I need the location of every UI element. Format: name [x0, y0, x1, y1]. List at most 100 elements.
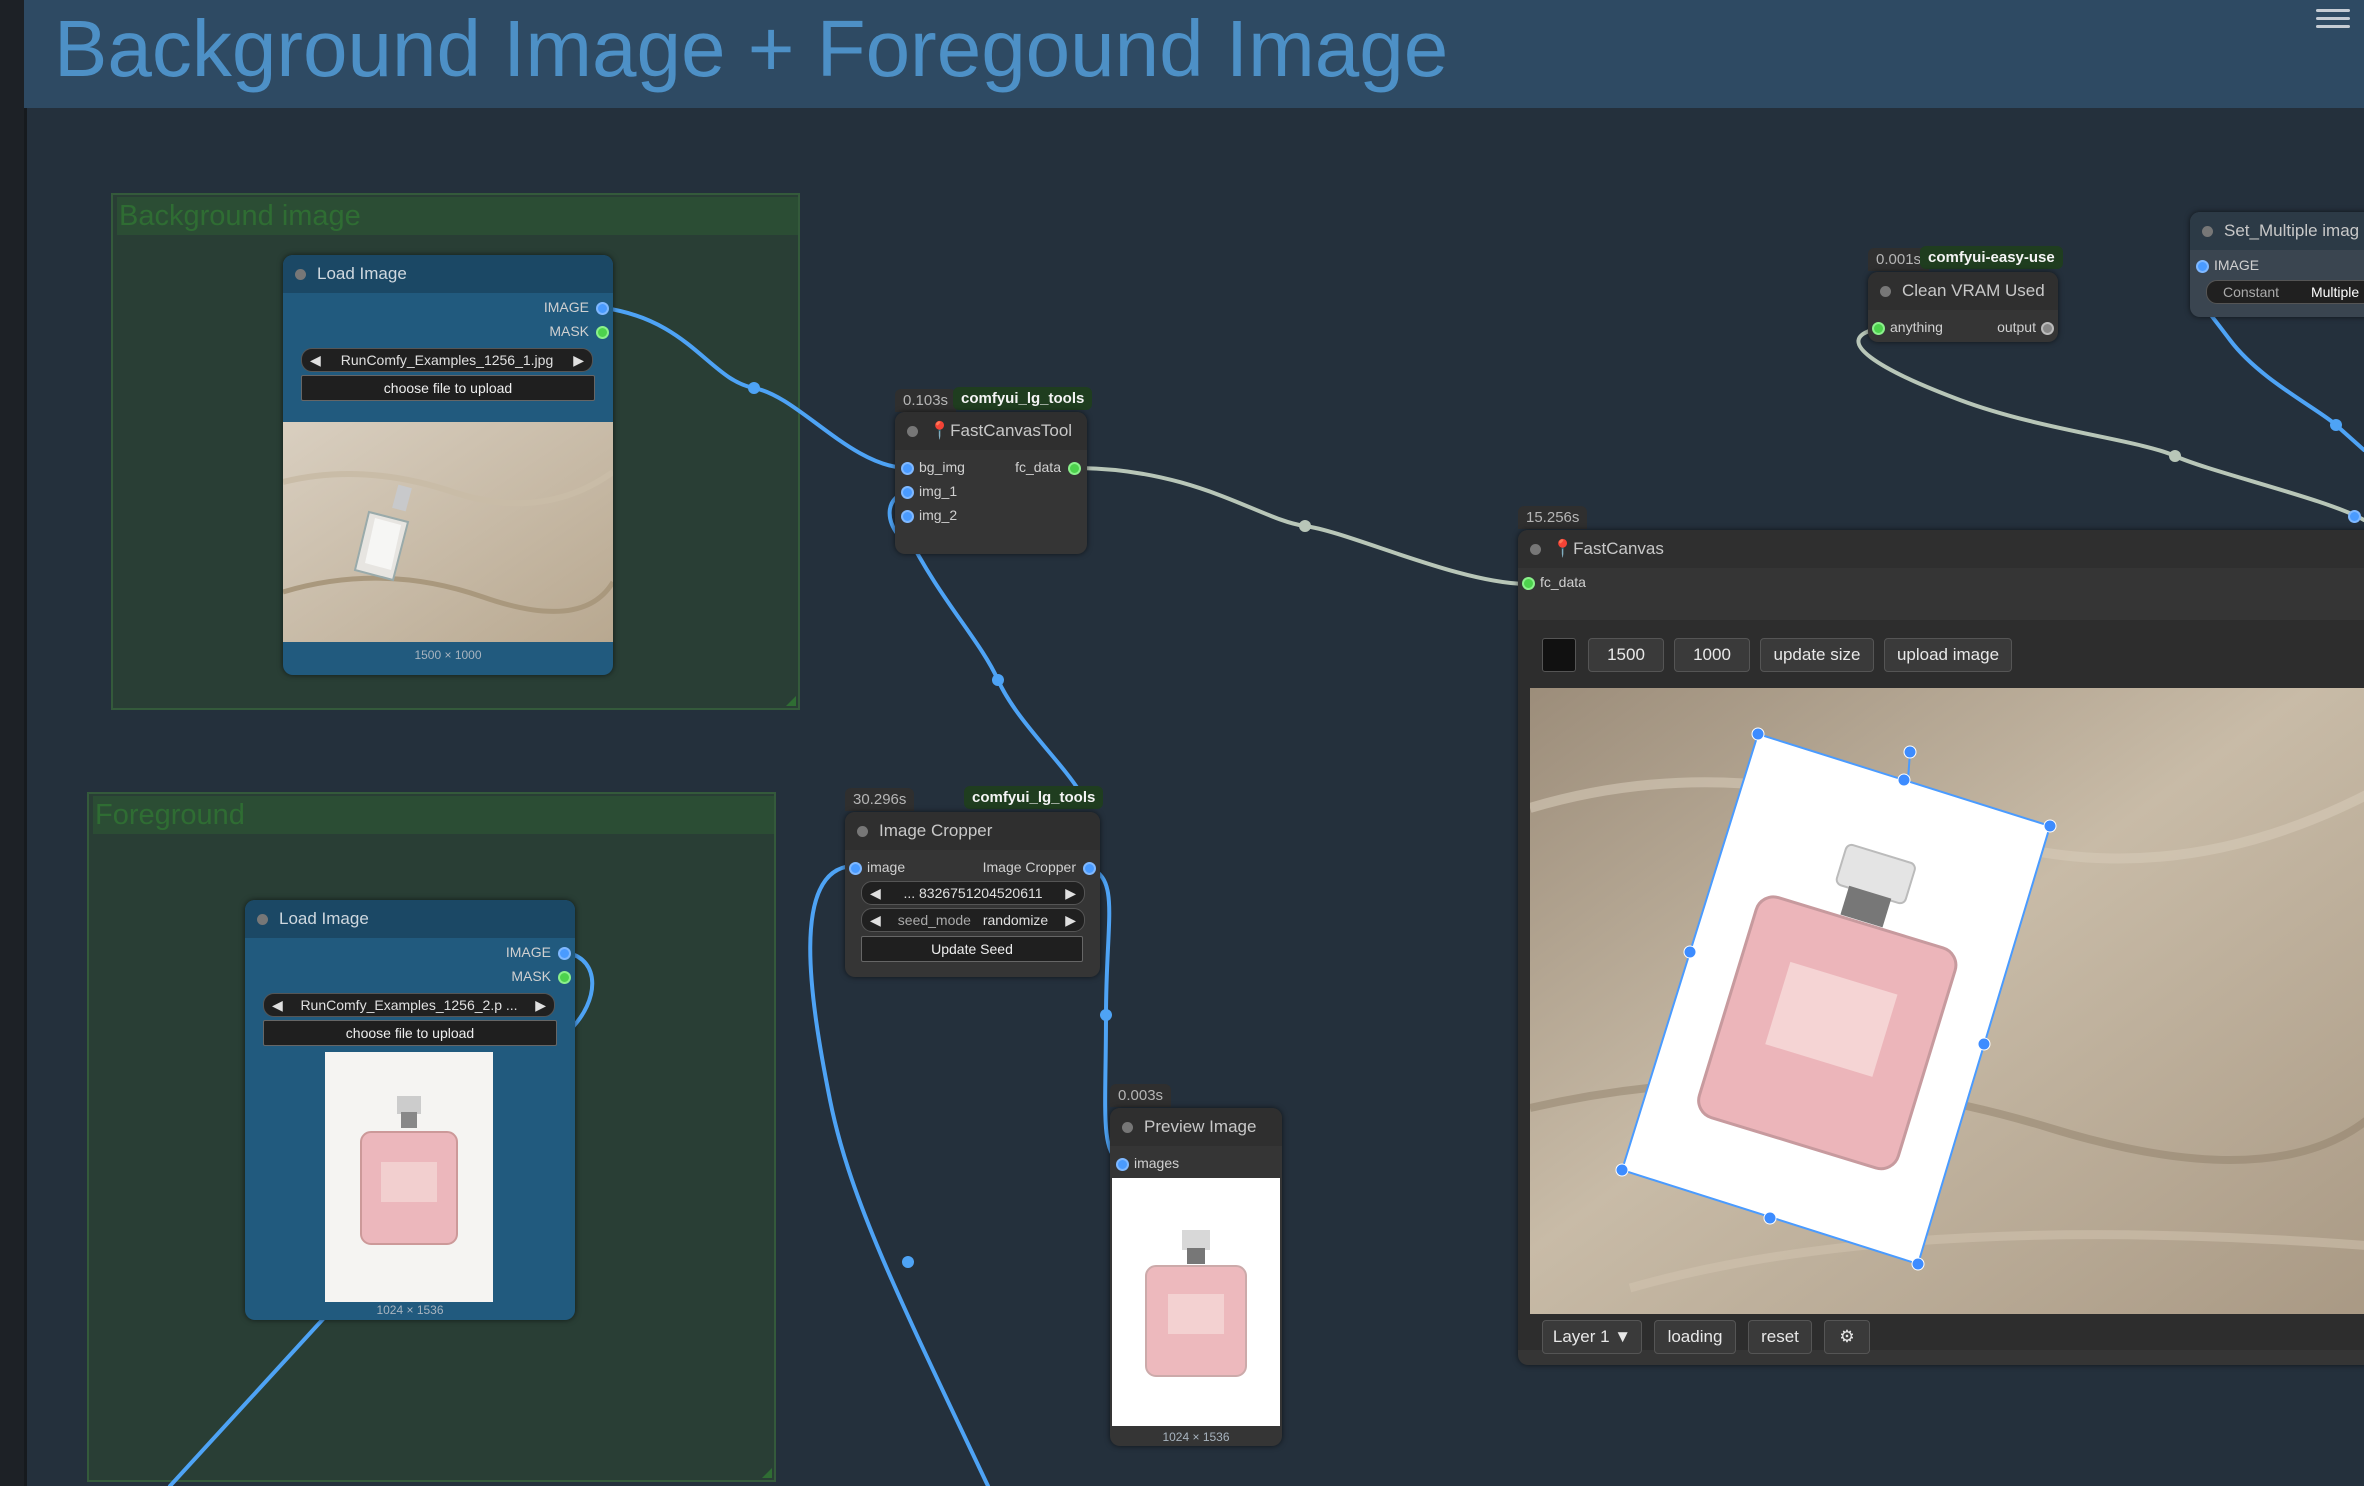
bg-color-swatch[interactable] — [1542, 638, 1576, 672]
output-pin-mask[interactable] — [558, 971, 571, 984]
node-header[interactable]: Clean VRAM Used — [1868, 272, 2058, 310]
output-label-cropper: Image Cropper — [982, 859, 1076, 875]
node-header[interactable]: Load Image — [245, 900, 575, 938]
transform-handle[interactable] — [1763, 1211, 1777, 1225]
constant-widget[interactable]: Constant Multiple — [2206, 280, 2364, 304]
output-pin-cropper[interactable] — [1083, 862, 1096, 875]
update-seed-button[interactable]: Update Seed — [861, 936, 1083, 962]
prev-arrow-icon[interactable]: ◀ — [310, 349, 321, 371]
prev-arrow-icon[interactable]: ◀ — [870, 909, 881, 931]
menu-icon[interactable] — [2316, 4, 2350, 28]
node-header[interactable]: Set_Multiple imag — [2190, 212, 2364, 250]
exec-time-badge: 0.103s — [895, 389, 957, 412]
input-pin-fc-data[interactable] — [1522, 577, 1535, 590]
wire-fc-data — [1078, 466, 1530, 586]
node-header[interactable]: Image Cropper — [845, 812, 1100, 850]
input-pin-bg-img[interactable] — [901, 462, 914, 475]
exec-time-badge: 0.003s — [1110, 1084, 1172, 1107]
collapse-dot[interactable] — [1530, 544, 1541, 555]
input-pin-image[interactable] — [2196, 260, 2209, 273]
next-arrow-icon[interactable]: ▶ — [1065, 909, 1076, 931]
upload-image-button[interactable]: upload image — [1884, 638, 2012, 672]
input-pin-img-1[interactable] — [901, 486, 914, 499]
output-label-output: output — [1997, 319, 2036, 335]
perfume-bottle-image — [360, 1096, 458, 1245]
seed-mode-widget[interactable]: ◀ seed_mode randomize ▶ — [861, 908, 1085, 932]
node-fast-canvas-tool[interactable]: 📍FastCanvasTool bg_img img_1 img_2 fc_da… — [895, 412, 1087, 554]
canvas-height-input[interactable]: 1000 — [1674, 638, 1750, 672]
node-header[interactable]: 📍FastCanvasTool — [895, 412, 1087, 450]
input-label-images: images — [1134, 1155, 1180, 1171]
output-pin-fc-data[interactable] — [1068, 462, 1081, 475]
decrement-arrow-icon[interactable]: ◀ — [870, 882, 881, 904]
transform-handle[interactable] — [1897, 773, 1911, 787]
output-pin-output[interactable] — [2041, 322, 2054, 335]
transform-handle[interactable] — [1683, 945, 1697, 959]
partial-node-pin[interactable] — [2348, 510, 2361, 523]
node-load-image-bg[interactable]: Load Image IMAGE MASK ◀ RunComfy_Example… — [283, 255, 613, 675]
input-label-fc-data: fc_data — [1540, 574, 1586, 590]
collapse-dot[interactable] — [1880, 286, 1891, 297]
collapse-dot[interactable] — [857, 826, 868, 837]
transform-handle[interactable] — [2043, 819, 2057, 833]
collapse-dot[interactable] — [257, 914, 268, 925]
next-arrow-icon[interactable]: ▶ — [535, 994, 546, 1016]
node-title: Clean VRAM Used — [1902, 281, 2045, 300]
layer-select[interactable]: Layer 1 ▼ — [1542, 1320, 1642, 1354]
rotate-handle[interactable] — [1903, 745, 1917, 759]
output-pin-image[interactable] — [558, 947, 571, 960]
canvas-composition[interactable] — [1530, 688, 2364, 1314]
output-pin-image[interactable] — [596, 302, 609, 315]
transform-handle[interactable] — [1977, 1037, 1991, 1051]
image-file-select[interactable]: ◀ RunComfy_Examples_1256_1.jpg ▶ — [301, 348, 593, 372]
loading-button[interactable]: loading — [1654, 1320, 1736, 1354]
input-label-img-2: img_2 — [919, 507, 958, 523]
exec-time-badge: 15.256s — [1518, 506, 1588, 529]
collapse-dot[interactable] — [2202, 226, 2213, 237]
upload-button[interactable]: choose file to upload — [301, 375, 595, 401]
image-file-select[interactable]: ◀ RunComfy_Examples_1256_2.p ... ▶ — [263, 993, 555, 1017]
next-arrow-icon[interactable]: ▶ — [573, 349, 584, 371]
node-image-cropper[interactable]: Image Cropper image Image Cropper ◀ ... … — [845, 812, 1100, 977]
input-pin-anything[interactable] — [1872, 322, 1885, 335]
upload-button[interactable]: choose file to upload — [263, 1020, 557, 1046]
collapse-dot[interactable] — [1122, 1122, 1133, 1133]
canvas-width-input[interactable]: 1500 — [1588, 638, 1664, 672]
canvas-panel[interactable]: 1500 1000 update size upload image Layer… — [1518, 620, 2364, 1354]
input-label-anything: anything — [1890, 319, 1943, 335]
collapse-dot[interactable] — [907, 426, 918, 437]
pin-icon: 📍 — [1552, 539, 1574, 558]
update-size-button[interactable]: update size — [1760, 638, 1874, 672]
settings-gear-icon[interactable]: ⚙ — [1824, 1320, 1870, 1354]
transform-handle[interactable] — [1751, 727, 1765, 741]
transform-handle[interactable] — [1911, 1257, 1925, 1271]
node-load-image-fg[interactable]: Load Image IMAGE MASK ◀ RunComfy_Example… — [245, 900, 575, 1320]
node-clean-vram[interactable]: Clean VRAM Used anything output — [1868, 272, 2058, 342]
node-preview-image[interactable]: Preview Image images 1024 × 1536 — [1110, 1108, 1282, 1446]
reset-button[interactable]: reset — [1748, 1320, 1812, 1354]
node-header[interactable]: 📍FastCanvas — [1518, 530, 2364, 568]
group-title: Foreground — [93, 796, 774, 834]
node-header[interactable]: Load Image — [283, 255, 613, 293]
input-label-image: image — [867, 859, 906, 875]
input-label-bg-img: bg_img — [919, 459, 965, 475]
input-pin-image[interactable] — [849, 862, 862, 875]
canvas-area[interactable] — [1530, 688, 2364, 1314]
output-pin-mask[interactable] — [596, 326, 609, 339]
increment-arrow-icon[interactable]: ▶ — [1065, 882, 1076, 904]
resize-handle[interactable] — [786, 696, 796, 706]
node-header[interactable]: Preview Image — [1110, 1108, 1282, 1146]
transform-handle[interactable] — [1615, 1163, 1629, 1177]
node-title: FastCanvasTool — [950, 421, 1073, 440]
node-fast-canvas[interactable]: 📍FastCanvas fc_data 1500 1000 update siz… — [1518, 530, 2364, 1365]
prev-arrow-icon[interactable]: ◀ — [272, 994, 283, 1016]
sand-bottle-image — [283, 422, 613, 642]
input-pin-img-2[interactable] — [901, 510, 914, 523]
constant-label: Constant — [2223, 284, 2280, 300]
image-size-label: 1024 × 1536 — [1162, 1430, 1230, 1444]
collapse-dot[interactable] — [295, 269, 306, 280]
seed-widget[interactable]: ◀ ... 8326751204520611 ▶ — [861, 881, 1085, 905]
node-set-multiple[interactable]: Set_Multiple imag IMAGE Constant Multipl… — [2190, 212, 2364, 317]
resize-handle[interactable] — [762, 1468, 772, 1478]
input-pin-images[interactable] — [1116, 1158, 1129, 1171]
